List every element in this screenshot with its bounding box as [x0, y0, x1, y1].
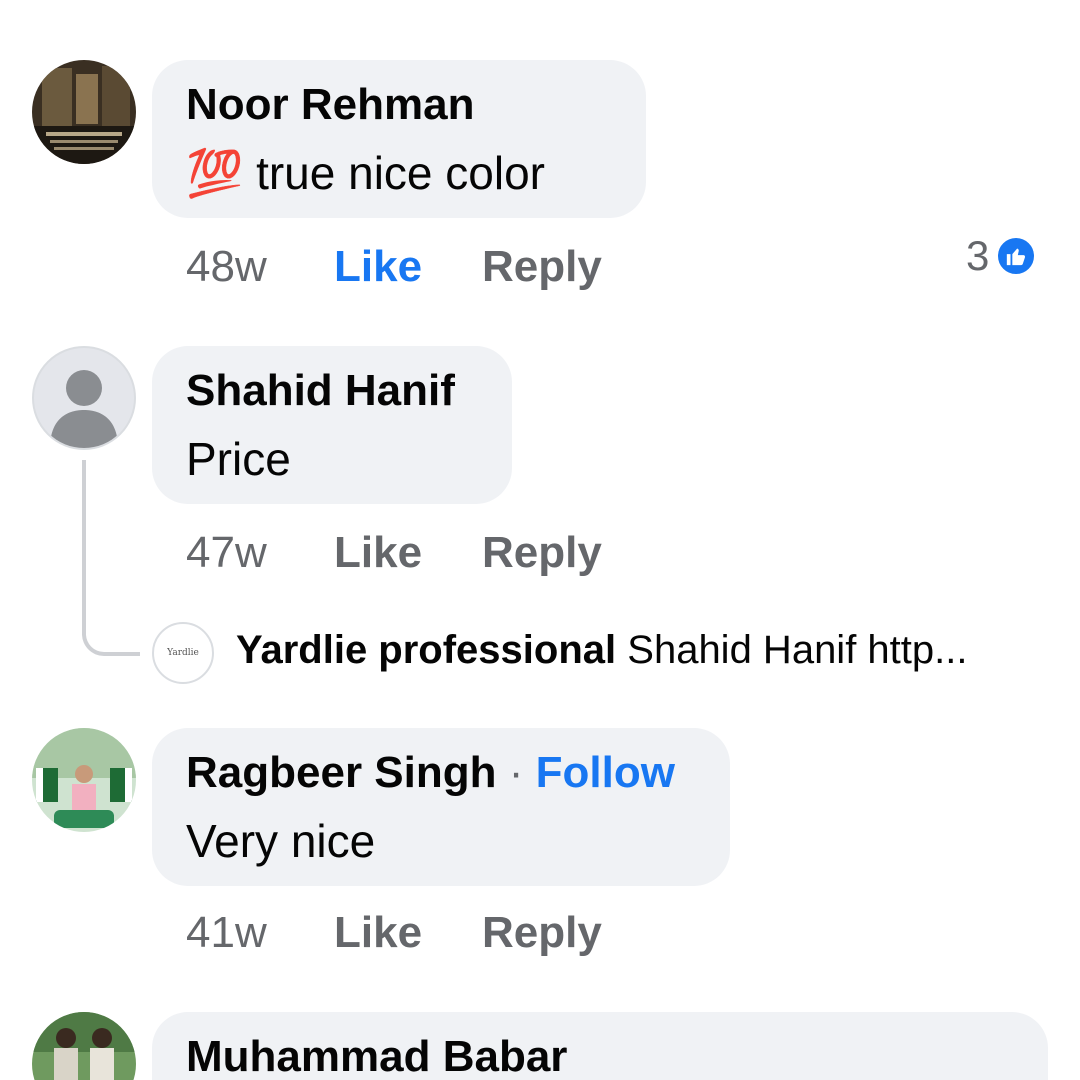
reaction-count: 3 — [966, 232, 990, 279]
comment-text: Very nice — [186, 815, 376, 867]
reaction-summary[interactable]: 3 — [966, 232, 1038, 280]
hundred-points-emoji: 💯 — [186, 147, 244, 199]
avatar-image — [32, 1012, 136, 1080]
comment-author[interactable]: Muhammad Babar — [186, 1032, 567, 1080]
like-button[interactable]: Like — [334, 908, 422, 958]
reply-button[interactable]: Reply — [482, 908, 602, 958]
comment-text: Price — [186, 433, 291, 485]
reply-thread-line — [82, 460, 140, 656]
comment-author[interactable]: Noor Rehman — [186, 80, 474, 130]
comment-timestamp[interactable]: 47w — [186, 528, 267, 578]
comment-timestamp[interactable]: 41w — [186, 908, 267, 958]
comment-timestamp[interactable]: 48w — [186, 242, 267, 292]
avatar[interactable] — [32, 728, 136, 832]
comment-text-body: true nice color — [256, 147, 545, 199]
avatar[interactable] — [32, 60, 136, 164]
reply-button[interactable]: Reply — [482, 242, 602, 292]
follow-button[interactable]: Follow — [536, 748, 675, 797]
comment-text: 💯 true nice color — [186, 146, 545, 201]
like-button[interactable]: Like — [334, 242, 422, 292]
user-silhouette-icon — [50, 370, 118, 448]
reply-preview[interactable]: Yardlie professional Shahid Hanif http..… — [236, 628, 967, 673]
reply-avatar[interactable]: Yardlie — [152, 622, 214, 684]
like-button[interactable]: Like — [334, 528, 422, 578]
reply-text: Shahid Hanif http... — [627, 628, 968, 672]
thumbs-up-icon — [995, 235, 1038, 277]
avatar-image — [32, 60, 136, 164]
cut-off-previous-text — [160, 0, 620, 18]
avatar[interactable] — [32, 1012, 136, 1080]
reply-avatar-logo-text: Yardlie — [167, 648, 199, 658]
reply-button[interactable]: Reply — [482, 528, 602, 578]
reply-author[interactable]: Yardlie professional — [236, 628, 616, 672]
comment-author[interactable]: Ragbeer Singh — [186, 748, 497, 797]
comment-author[interactable]: Shahid Hanif — [186, 366, 455, 416]
avatar-image — [32, 728, 136, 832]
default-avatar[interactable] — [32, 346, 136, 450]
comment-header: Ragbeer Singh · Follow — [186, 748, 675, 798]
separator-dot: · — [508, 748, 524, 797]
